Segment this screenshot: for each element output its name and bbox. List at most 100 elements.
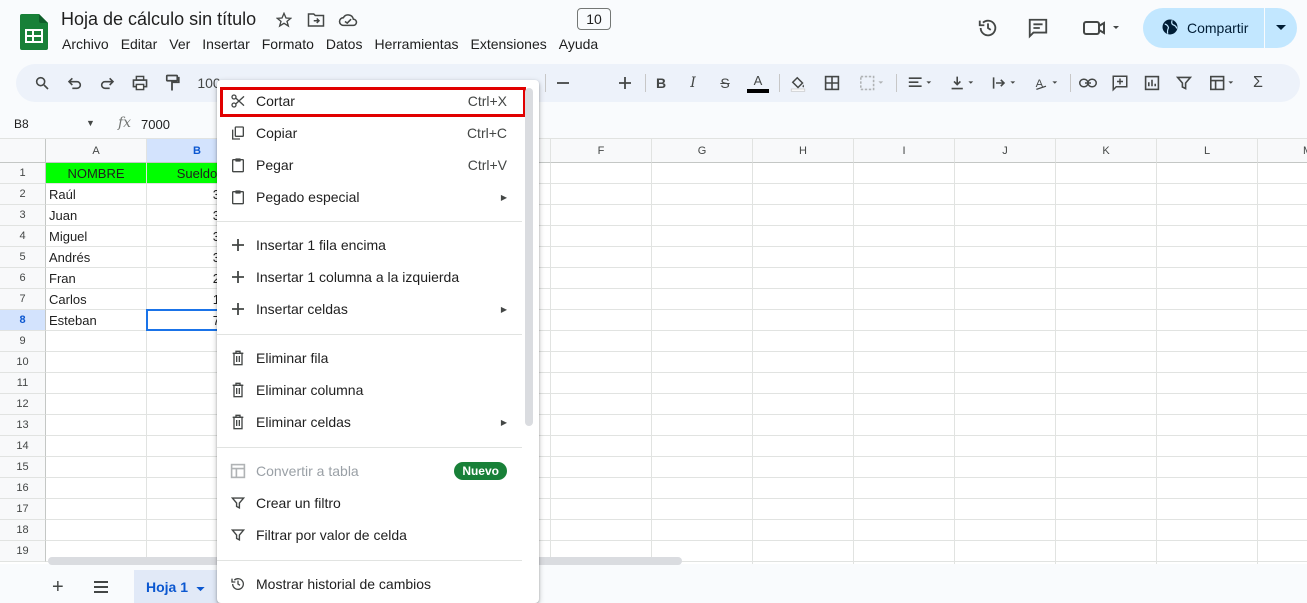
insert-chart-icon[interactable] bbox=[1140, 72, 1164, 94]
column-header-a[interactable]: A bbox=[46, 139, 147, 163]
comments-icon[interactable] bbox=[1024, 14, 1052, 42]
fill-color-icon[interactable] bbox=[786, 72, 810, 94]
column-header-l[interactable]: L bbox=[1157, 139, 1258, 163]
cell-a2[interactable]: Raúl bbox=[46, 184, 146, 204]
menu-item-eliminar-celdas[interactable]: Eliminar celdas ▶ bbox=[217, 406, 522, 438]
row-header-13[interactable]: 13 bbox=[0, 415, 46, 436]
filter-icon[interactable] bbox=[1172, 72, 1196, 94]
cell-b5[interactable]: 3 bbox=[147, 247, 223, 267]
cell-a4[interactable]: Miguel bbox=[46, 226, 146, 246]
name-box-dropdown-icon[interactable]: ▼ bbox=[86, 118, 95, 128]
sheets-logo-icon[interactable] bbox=[20, 14, 48, 50]
menu-item-insertar-celdas[interactable]: Insertar celdas ▶ bbox=[217, 293, 522, 325]
document-title[interactable]: Hoja de cálculo sin título bbox=[61, 9, 256, 30]
add-sheet-icon[interactable]: + bbox=[52, 576, 64, 599]
column-header-k[interactable]: K bbox=[1056, 139, 1157, 163]
menu-datos[interactable]: Datos bbox=[320, 35, 369, 53]
spreadsheet-grid[interactable]: A B C D E F G H I J K L M 1 2 3 4 5 6 7 … bbox=[0, 139, 1307, 564]
cell-a7[interactable]: Carlos bbox=[46, 289, 146, 309]
font-size-input[interactable]: 10 bbox=[577, 8, 611, 30]
name-box[interactable]: B8 bbox=[14, 117, 29, 131]
context-menu-scrollbar[interactable] bbox=[525, 88, 533, 426]
menu-extensiones[interactable]: Extensiones bbox=[464, 35, 552, 53]
meet-video-icon[interactable] bbox=[1078, 14, 1124, 42]
cell-b4[interactable]: 3 bbox=[147, 226, 223, 246]
row-header-11[interactable]: 11 bbox=[0, 373, 46, 394]
text-wrapping-icon[interactable] bbox=[986, 72, 1022, 94]
functions-icon[interactable]: Σ bbox=[1246, 72, 1270, 94]
star-icon[interactable] bbox=[274, 10, 294, 30]
share-button[interactable]: Compartir bbox=[1143, 8, 1297, 48]
cell-b7[interactable]: 1 bbox=[147, 289, 223, 309]
menu-insertar[interactable]: Insertar bbox=[196, 35, 255, 53]
text-color-icon[interactable]: A bbox=[746, 72, 770, 94]
decrease-font-size-icon[interactable] bbox=[551, 72, 575, 94]
cell-a8[interactable]: Esteban bbox=[46, 310, 146, 330]
row-header-3[interactable]: 3 bbox=[0, 205, 46, 226]
cell-b6[interactable]: 2 bbox=[147, 268, 223, 288]
column-header-h[interactable]: H bbox=[753, 139, 854, 163]
menu-editar[interactable]: Editar bbox=[115, 35, 164, 53]
menu-item-insertar-fila[interactable]: Insertar 1 fila encima bbox=[217, 229, 522, 261]
column-header-f[interactable]: F bbox=[551, 139, 652, 163]
menu-item-pegar[interactable]: Pegar Ctrl+V bbox=[217, 149, 522, 181]
redo-icon[interactable] bbox=[95, 72, 119, 94]
cloud-saved-icon[interactable] bbox=[338, 10, 358, 30]
insert-link-icon[interactable] bbox=[1076, 72, 1100, 94]
menu-herramientas[interactable]: Herramientas bbox=[368, 35, 464, 53]
strikethrough-icon[interactable]: S bbox=[713, 72, 737, 94]
menu-item-eliminar-columna[interactable]: Eliminar columna bbox=[217, 374, 522, 406]
menu-item-crear-filtro[interactable]: Crear un filtro bbox=[217, 487, 522, 519]
formula-input[interactable]: 7000 bbox=[141, 117, 170, 132]
menu-item-insertar-columna[interactable]: Insertar 1 columna a la izquierda bbox=[217, 261, 522, 293]
cell-a1[interactable]: NOMBRE bbox=[46, 163, 146, 183]
row-header-8[interactable]: 8 bbox=[0, 310, 46, 331]
row-header-17[interactable]: 17 bbox=[0, 499, 46, 520]
cell-a5[interactable]: Andrés bbox=[46, 247, 146, 267]
row-header-18[interactable]: 18 bbox=[0, 520, 46, 541]
column-header-m[interactable]: M bbox=[1258, 139, 1307, 163]
share-dropdown-icon[interactable] bbox=[1265, 25, 1297, 31]
row-header-14[interactable]: 14 bbox=[0, 436, 46, 457]
move-folder-icon[interactable] bbox=[306, 10, 326, 30]
column-header-i[interactable]: I bbox=[854, 139, 955, 163]
row-header-2[interactable]: 2 bbox=[0, 184, 46, 205]
menu-archivo[interactable]: Archivo bbox=[56, 35, 115, 53]
row-header-15[interactable]: 15 bbox=[0, 457, 46, 478]
undo-icon[interactable] bbox=[63, 72, 87, 94]
row-header-5[interactable]: 5 bbox=[0, 247, 46, 268]
row-header-7[interactable]: 7 bbox=[0, 289, 46, 310]
cell-a6[interactable]: Fran bbox=[46, 268, 146, 288]
row-header-19[interactable]: 19 bbox=[0, 541, 46, 562]
cell-b2[interactable]: 3 bbox=[147, 184, 223, 204]
vertical-align-icon[interactable] bbox=[944, 72, 980, 94]
insert-comment-icon[interactable] bbox=[1108, 72, 1132, 94]
column-header-g[interactable]: G bbox=[652, 139, 753, 163]
menu-ayuda[interactable]: Ayuda bbox=[553, 35, 604, 53]
row-header-10[interactable]: 10 bbox=[0, 352, 46, 373]
menu-item-filtrar-valor[interactable]: Filtrar por valor de celda bbox=[217, 519, 522, 551]
cell-b3[interactable]: 3 bbox=[147, 205, 223, 225]
version-history-icon[interactable] bbox=[974, 14, 1002, 42]
column-header-j[interactable]: J bbox=[955, 139, 1056, 163]
menu-item-eliminar-fila[interactable]: Eliminar fila bbox=[217, 342, 522, 374]
table-view-icon[interactable] bbox=[1204, 72, 1240, 94]
row-header-4[interactable]: 4 bbox=[0, 226, 46, 247]
borders-icon[interactable] bbox=[820, 72, 844, 94]
row-header-12[interactable]: 12 bbox=[0, 394, 46, 415]
menu-item-copiar[interactable]: Copiar Ctrl+C bbox=[217, 117, 522, 149]
merge-cells-icon[interactable] bbox=[854, 72, 890, 94]
italic-icon[interactable]: I bbox=[681, 72, 705, 94]
row-header-16[interactable]: 16 bbox=[0, 478, 46, 499]
select-all-corner[interactable] bbox=[0, 139, 46, 163]
cell-a3[interactable]: Juan bbox=[46, 205, 146, 225]
horizontal-align-icon[interactable] bbox=[902, 72, 938, 94]
sheet-tab-hoja-1[interactable]: Hoja 1 bbox=[134, 570, 218, 603]
row-header-6[interactable]: 6 bbox=[0, 268, 46, 289]
paint-format-icon[interactable] bbox=[160, 72, 184, 94]
sheet-tab-dropdown-icon[interactable] bbox=[196, 579, 205, 595]
menu-item-convertir-tabla[interactable]: Convertir a tabla Nuevo bbox=[217, 455, 522, 487]
increase-font-size-icon[interactable] bbox=[613, 72, 637, 94]
row-header-1[interactable]: 1 bbox=[0, 163, 46, 184]
menu-item-historial-cambios[interactable]: Mostrar historial de cambios bbox=[217, 568, 522, 600]
